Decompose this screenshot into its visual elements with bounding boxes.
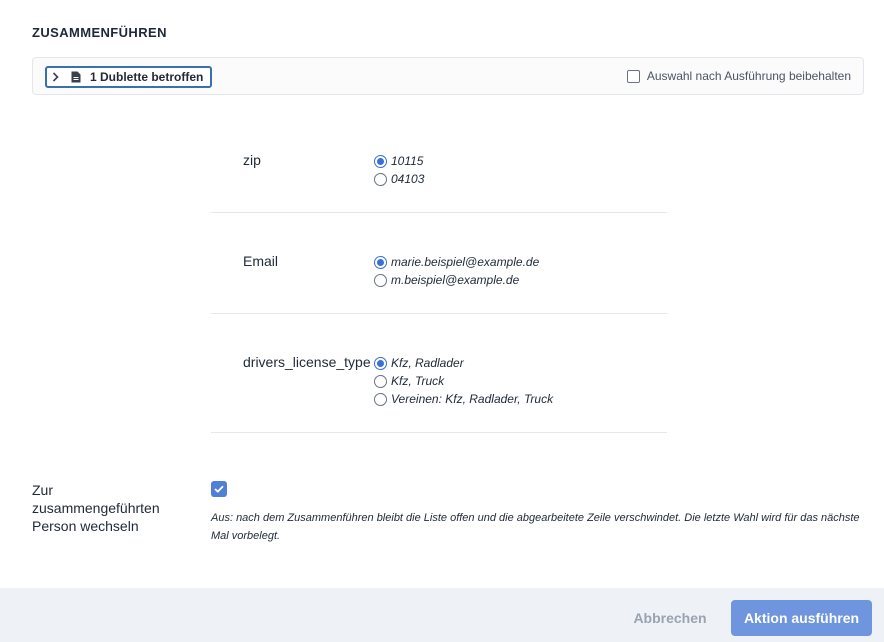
- option-value: 10115: [391, 154, 424, 168]
- affected-duplicates-toggle[interactable]: 1 Dublette betroffen: [45, 66, 212, 88]
- keep-selection-option[interactable]: Auswahl nach Ausführung beibehalten: [626, 69, 851, 83]
- radio-button[interactable]: [374, 392, 387, 406]
- option-value: marie.beispiel@example.de: [391, 255, 540, 269]
- field-options: 10115 04103: [374, 152, 424, 188]
- keep-selection-checkbox[interactable]: [626, 69, 640, 83]
- field-options: marie.beispiel@example.de m.beispiel@exa…: [374, 253, 539, 289]
- switch-person-checkbox[interactable]: [211, 481, 227, 497]
- affected-duplicates-bar: 1 Dublette betroffen Auswahl nach Ausfüh…: [32, 57, 864, 95]
- radio-button[interactable]: [374, 172, 387, 186]
- field-label: zip: [243, 152, 261, 168]
- radio-option[interactable]: 10115: [374, 152, 424, 170]
- radio-option[interactable]: m.beispiel@example.de: [374, 271, 539, 289]
- document-icon: [70, 71, 82, 83]
- radio-button[interactable]: [374, 374, 387, 388]
- radio-button[interactable]: [374, 255, 387, 269]
- field-label: Email: [243, 253, 279, 269]
- radio-option[interactable]: Kfz, Radlader: [374, 354, 553, 372]
- field-label: drivers_license_type: [243, 354, 371, 370]
- option-value: 04103: [391, 172, 425, 186]
- option-value: m.beispiel@example.de: [391, 273, 520, 287]
- option-value: Vereinen: Kfz, Radlader, Truck: [391, 392, 554, 406]
- radio-option[interactable]: Vereinen: Kfz, Radlader, Truck: [374, 390, 553, 408]
- radio-option[interactable]: 04103: [374, 170, 424, 188]
- option-value: Kfz, Radlader: [391, 356, 464, 370]
- cancel-button[interactable]: Abbrechen: [623, 600, 717, 636]
- dialog-footer: Abbrechen Aktion ausführen: [0, 588, 884, 642]
- radio-button[interactable]: [374, 356, 387, 370]
- run-action-button[interactable]: Aktion ausführen: [731, 600, 872, 636]
- keep-selection-label: Auswahl nach Ausführung beibehalten: [646, 69, 851, 83]
- dialog-title: ZUSAMMENFÜHREN: [32, 25, 167, 40]
- switch-person-help-text: Aus: nach dem Zusammenführen bleibt die …: [211, 512, 860, 542]
- field-row-drivers-license-type: drivers_license_type Kfz, Radlader Kfz, …: [211, 354, 667, 433]
- field-options: Kfz, Radlader Kfz, Truck Vereinen: Kfz, …: [374, 354, 553, 408]
- radio-button[interactable]: [374, 154, 387, 168]
- option-value: Kfz, Truck: [391, 374, 445, 388]
- radio-option[interactable]: marie.beispiel@example.de: [374, 253, 539, 271]
- field-row-zip: zip 10115 04103: [211, 152, 667, 213]
- merge-dialog: ZUSAMMENFÜHREN 1 Dublette betroffen Ausw…: [0, 0, 884, 642]
- radio-option[interactable]: Kfz, Truck: [374, 372, 553, 390]
- checkmark-icon: [214, 485, 224, 493]
- radio-button[interactable]: [374, 273, 387, 287]
- chevron-right-icon: [50, 71, 60, 83]
- switch-person-label: Zur zusammengeführten Person wechseln: [32, 482, 160, 534]
- field-row-email: Email marie.beispiel@example.de m.beispi…: [211, 253, 667, 314]
- affected-duplicates-label: 1 Dublette betroffen: [90, 70, 204, 84]
